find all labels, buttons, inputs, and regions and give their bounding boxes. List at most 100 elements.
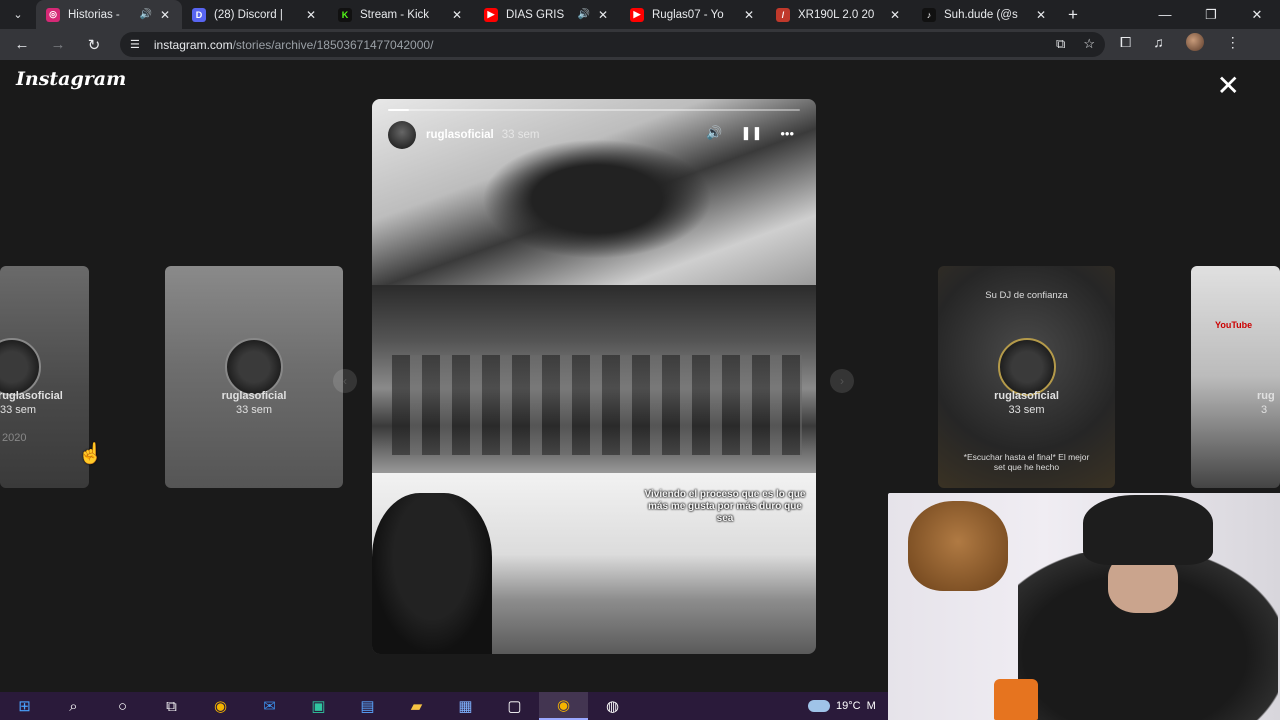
preview-overlay-text: Su DJ de confianza — [985, 290, 1068, 301]
cortana-icon[interactable]: ○ — [98, 692, 147, 720]
task-view-icon[interactable]: ⧉ — [147, 692, 196, 720]
story-preview[interactable]: Su DJ de confianza ruglasoficial 33 sem … — [938, 266, 1115, 488]
window-close-button[interactable]: ✕ — [1234, 0, 1280, 29]
preview-avatar — [997, 338, 1056, 396]
tab-title: Suh.dude (@s — [944, 8, 1018, 21]
tab-discord[interactable]: D (28) Discord | ✕ — [182, 0, 328, 29]
story-preview[interactable]: ruglasoficial 33 sem — [165, 266, 343, 488]
preview-username: ruglasoficial — [0, 390, 63, 402]
windows-icon[interactable]: ⊞ — [0, 692, 49, 720]
preview-overlay-text: YouTube — [1215, 320, 1253, 330]
story-preview[interactable]: ruglasoficial 33 sem 2020 — [0, 266, 89, 488]
instagram-logo[interactable]: Instagram — [16, 68, 126, 90]
url-path: /stories/archive/18503671477042000/ — [232, 37, 434, 52]
new-tab-button[interactable]: + — [1058, 5, 1088, 25]
speaker-icon[interactable]: 🔊 — [578, 9, 590, 20]
more-options-icon[interactable]: ••• — [780, 126, 794, 141]
preview-time: 3 — [1261, 404, 1268, 416]
site-info-icon[interactable]: ☰ — [130, 38, 140, 51]
calendar-icon[interactable]: ▦ — [441, 692, 490, 720]
volume-icon[interactable]: 🔊 — [706, 125, 722, 141]
story-progress-fill — [388, 109, 409, 111]
preview-username: ruglasoficial — [994, 390, 1059, 402]
explorer-icon[interactable]: ▰ — [392, 692, 441, 720]
story-photo — [372, 285, 816, 473]
tab-xr190l[interactable]: / XR190L 2.0 20 ✕ — [766, 0, 912, 29]
profile-avatar[interactable] — [1185, 33, 1204, 51]
search-icon[interactable]: ⌕ — [49, 692, 98, 720]
install-app-icon[interactable]: ⧉ — [1056, 36, 1065, 52]
close-icon[interactable]: ✕ — [304, 8, 318, 22]
weather-extra: M — [866, 700, 876, 712]
preview-overlay-text: *Escuchar hasta el final* El mejor set q… — [963, 452, 1090, 472]
browser-toolbar: ← → ↻ ☰ instagram.com/stories/archive/18… — [0, 29, 1280, 60]
forward-button[interactable]: → — [40, 36, 76, 53]
back-button[interactable]: ← — [4, 36, 40, 53]
tab-youtube-dias-gris[interactable]: ▶ DIAS GRIS 🔊 ✕ — [474, 0, 620, 29]
story-caption: Viviendo el proceso que es lo que más me… — [644, 489, 806, 524]
tab-youtube-ruglas[interactable]: ▶ Ruglas07 - Yo ✕ — [620, 0, 766, 29]
app-icon[interactable]: ▣ — [294, 692, 343, 720]
tab-title: Historias - — [68, 8, 120, 21]
close-icon[interactable]: ✕ — [596, 8, 610, 22]
previous-story-button[interactable]: ‹ — [333, 369, 357, 393]
tab-title: Stream - Kick — [360, 8, 430, 21]
teddy-bear — [908, 501, 1008, 591]
tab-kick[interactable]: K Stream - Kick ✕ — [328, 0, 474, 29]
chat-icon[interactable]: ▢ — [490, 692, 539, 720]
chrome-icon[interactable]: ◉ — [196, 692, 245, 720]
story-preview[interactable]: YouTube rug 3 — [1191, 266, 1280, 488]
media-control-icon[interactable]: ♫ — [1153, 34, 1164, 50]
tab-title: DIAS GRIS — [506, 8, 565, 21]
discord-icon: D — [192, 7, 206, 22]
moto-icon: / — [776, 7, 790, 22]
reload-button[interactable]: ↻ — [76, 36, 112, 54]
webcam-overlay — [888, 493, 1280, 720]
close-icon[interactable]: ✕ — [742, 8, 756, 22]
address-bar[interactable]: ☰ instagram.com/stories/archive/18503671… — [120, 32, 1105, 57]
chrome-active-icon[interactable]: ◉ — [539, 692, 588, 720]
tab-search-menu-icon[interactable]: ⌄ — [0, 0, 36, 29]
hand-cursor-icon: ☝ — [78, 443, 103, 465]
browser-menu-icon[interactable]: ⋮ — [1226, 34, 1240, 51]
instagram-icon: ◎ — [46, 7, 60, 22]
preview-username: rug — [1257, 390, 1275, 402]
windows-taskbar: ⊞ ⌕ ○ ⧉ ◉ ✉ ▣ ▤ ▰ ▦ ▢ ◉ ◍ 19°C M — [0, 692, 888, 720]
tab-title: Ruglas07 - Yo — [652, 8, 724, 21]
preview-username: ruglasoficial — [221, 390, 287, 402]
story-time: 33 sem — [501, 129, 540, 141]
close-icon[interactable]: ✕ — [450, 8, 464, 22]
preview-time: 33 sem — [0, 404, 37, 416]
kick-icon: K — [338, 7, 352, 22]
orange-cup — [994, 679, 1038, 720]
tab-instagram[interactable]: ◎ Historias - 🔊 ✕ — [36, 0, 182, 29]
mail-icon[interactable]: ✉ — [245, 692, 294, 720]
bookmark-star-icon[interactable]: ☆ — [1083, 36, 1095, 52]
youtube-icon: ▶ — [484, 7, 498, 22]
speaker-icon[interactable]: 🔊 — [140, 9, 152, 20]
restore-button[interactable]: ❐ — [1188, 0, 1234, 29]
preview-avatar — [225, 338, 283, 396]
next-story-button[interactable]: › — [830, 369, 854, 393]
minimize-button[interactable]: — — [1142, 0, 1188, 29]
extensions-icon[interactable]: ⧠ — [1120, 34, 1131, 51]
close-icon[interactable]: ✕ — [158, 8, 172, 22]
tiktok-icon: ♪ — [922, 7, 936, 22]
story-username[interactable]: ruglasoficial — [426, 129, 494, 141]
story-progress-bar — [388, 109, 800, 111]
browser-tab-strip: ⌄ ◎ Historias - 🔊 ✕ D (28) Discord | ✕ K… — [0, 0, 1280, 29]
tab-title: (28) Discord | — [214, 8, 283, 21]
temperature: 19°C — [836, 700, 861, 712]
close-icon[interactable]: ✕ — [1034, 8, 1048, 22]
store-icon[interactable]: ▤ — [343, 692, 392, 720]
weather-widget[interactable]: 19°C M — [808, 692, 876, 720]
close-icon[interactable]: ✕ — [888, 8, 902, 22]
pause-icon[interactable]: ❚❚ — [741, 125, 763, 141]
story-avatar[interactable] — [388, 121, 416, 149]
close-viewer-button[interactable]: ✕ — [1217, 72, 1240, 100]
tab-tiktok[interactable]: ♪ Suh.dude (@s ✕ — [912, 0, 1058, 29]
tab-title: XR190L 2.0 20 — [798, 8, 875, 21]
obs-icon[interactable]: ◍ — [588, 692, 637, 720]
active-story[interactable]: Viviendo el proceso que es lo que más me… — [372, 99, 816, 654]
preview-overlay-text: 2020 — [2, 432, 27, 444]
